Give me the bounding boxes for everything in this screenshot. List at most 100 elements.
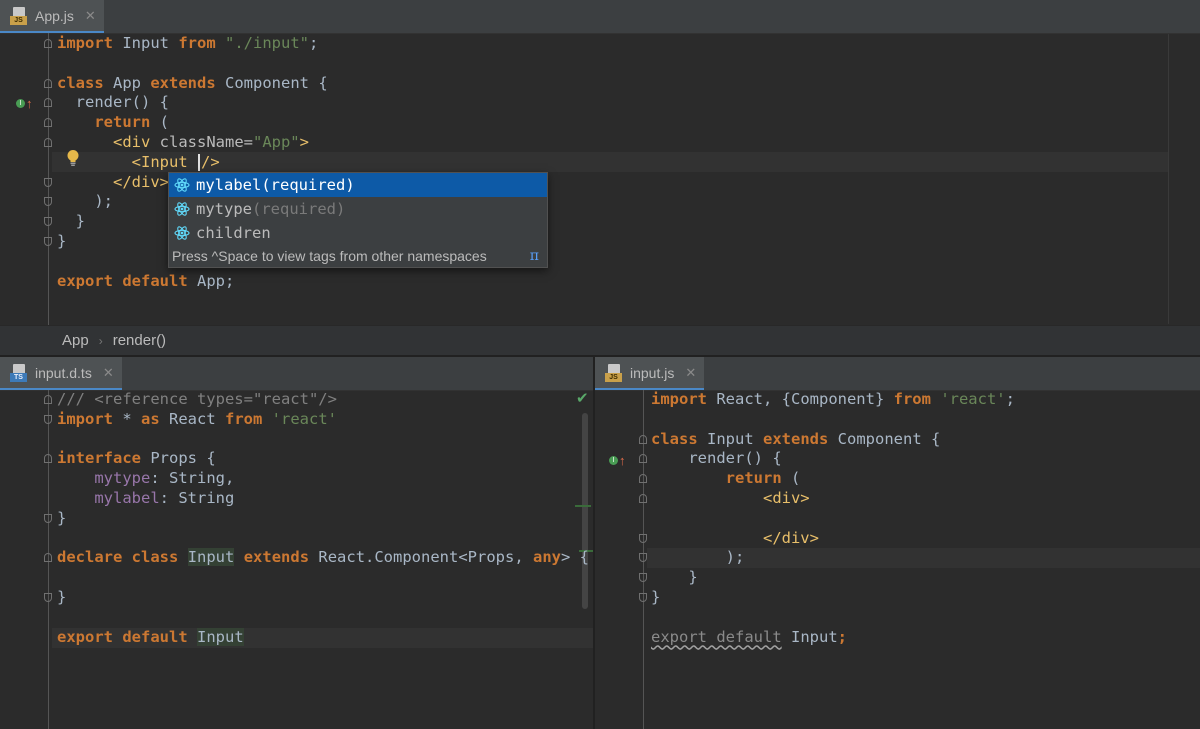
code-line[interactable]: declare class Input extends React.Compon… [57,547,589,567]
code-line[interactable]: render() { [651,448,781,468]
code-line[interactable]: export default Input [57,627,244,647]
fold-marker-icon[interactable] [44,138,52,147]
code-line[interactable]: } [57,231,66,251]
fold-marker-icon[interactable] [44,217,52,227]
code-line[interactable]: } [57,211,85,231]
code-token: "App" [252,133,300,151]
code-line[interactable]: import Input from "./input"; [57,33,318,53]
fold-marker-icon[interactable] [44,177,52,187]
code-token: ; [837,627,847,646]
code-line[interactable]: export default Input; [651,627,847,647]
code-line[interactable]: } [651,567,697,587]
breadcrumb-item-render[interactable]: render() [113,332,166,349]
override-marker-icon[interactable]: I ↑ [16,96,33,111]
fold-marker-icon[interactable] [44,553,52,563]
code-line[interactable]: interface Props { [57,448,216,468]
code-line[interactable]: <div> [651,488,810,508]
fold-marker-icon[interactable] [639,593,647,602]
code-token: extends [150,73,216,92]
fold-marker-icon[interactable] [44,78,52,88]
code-line[interactable]: mylabel: String [57,488,234,508]
code-line[interactable]: <div className="App"> [57,132,309,152]
fold-marker-icon[interactable] [44,414,52,424]
completion-item[interactable]: mylabel (required) [169,173,547,197]
code-token: Props { [141,449,216,468]
code-token: </div> [113,172,169,191]
fold-marker-icon[interactable] [639,454,647,464]
fold-marker-icon[interactable] [44,454,52,464]
right-tab-bar: JS input.js ✕ [595,357,1200,391]
code-line[interactable]: /// <reference types="react"/> [57,389,337,409]
vertical-scrollbar[interactable] [1168,34,1169,324]
code-line[interactable]: </div> [651,528,819,548]
code-token: > [299,133,309,151]
fold-marker-icon[interactable] [44,98,52,108]
code-line[interactable]: render() { [57,92,169,112]
override-marker-icon[interactable]: I ↑ [609,453,626,468]
fold-marker-icon[interactable] [44,395,52,404]
left-tab-bar: TS input.d.ts ✕ [0,357,593,391]
tab-input-d-ts[interactable]: TS input.d.ts ✕ [0,357,122,390]
code-line[interactable]: import * as React from 'react' [57,409,337,429]
js-file-icon: JS [10,6,28,25]
change-marker [575,505,591,507]
code-line[interactable]: } [57,587,66,607]
code-line[interactable]: export default App; [57,271,234,291]
code-token: ( [781,469,801,488]
fold-marker-icon[interactable] [639,553,647,563]
code-line[interactable]: mytype: String, [57,468,234,488]
fold-marker-icon[interactable] [639,474,647,484]
fold-marker-icon[interactable] [639,533,647,543]
tab-input-js[interactable]: JS input.js ✕ [595,357,705,390]
code-token: </div> [762,528,819,547]
pi-icon[interactable]: π [530,248,539,264]
fold-marker-icon[interactable] [44,39,52,48]
left-editor[interactable]: TS input.d.ts ✕ ✔ /// <reference types="… [0,357,593,729]
fold-marker-icon[interactable] [44,237,52,246]
completion-hint: Press ^Space to view tags from other nam… [169,245,547,267]
code-line[interactable]: class App extends Component { [57,73,328,93]
fold-marker-icon[interactable] [639,434,647,444]
check-icon: ✔ [576,389,589,407]
completion-item-name: mylabel [196,176,262,194]
code-line[interactable]: class Input extends Component { [651,429,940,449]
code-line[interactable]: <Input /> [57,152,220,172]
fold-marker-icon[interactable] [44,513,52,523]
completion-item[interactable]: children [169,221,547,245]
fold-marker-icon[interactable] [44,197,52,207]
code-line[interactable]: ); [57,191,113,211]
right-editor[interactable]: JS input.js ✕ I ↑ import React, {Componen… [595,357,1200,729]
fold-marker-icon[interactable] [639,494,647,503]
fold-marker-icon[interactable] [44,593,52,602]
close-icon[interactable]: ✕ [685,365,696,381]
close-icon[interactable]: ✕ [85,8,96,24]
lightbulb-icon[interactable] [66,149,80,167]
top-editor[interactable]: JS App.js ✕ import Input from "./input";… [0,0,1200,325]
code-token: ); [651,548,745,567]
code-line[interactable]: } [651,587,660,607]
code-token: Input [697,429,763,448]
vertical-scrollbar[interactable] [582,413,588,609]
code-token: "./input" [225,34,309,52]
code-line[interactable]: </div> [57,172,169,192]
breadcrumb-item-app[interactable]: App [62,332,89,349]
code-line[interactable]: return ( [57,112,169,132]
code-token: <div> [762,489,810,507]
code-line[interactable]: } [57,508,66,528]
tab-app-js[interactable]: JS App.js ✕ [0,0,104,33]
code-line[interactable]: ); [651,547,745,567]
code-token: : String, [150,469,235,488]
close-icon[interactable]: ✕ [103,365,114,381]
code-line[interactable]: return ( [651,468,801,488]
completion-item[interactable]: mytype (required) [169,197,547,221]
fold-marker-icon[interactable] [44,118,52,128]
code-line[interactable]: import React, {Component} from 'react'; [651,389,1015,409]
top-tab-bar: JS App.js ✕ [0,0,1200,34]
code-token: mylabel [94,489,160,507]
completion-popup[interactable]: mylabel (required) mytype (required) childre… [168,172,548,268]
fold-marker-icon[interactable] [639,573,647,583]
